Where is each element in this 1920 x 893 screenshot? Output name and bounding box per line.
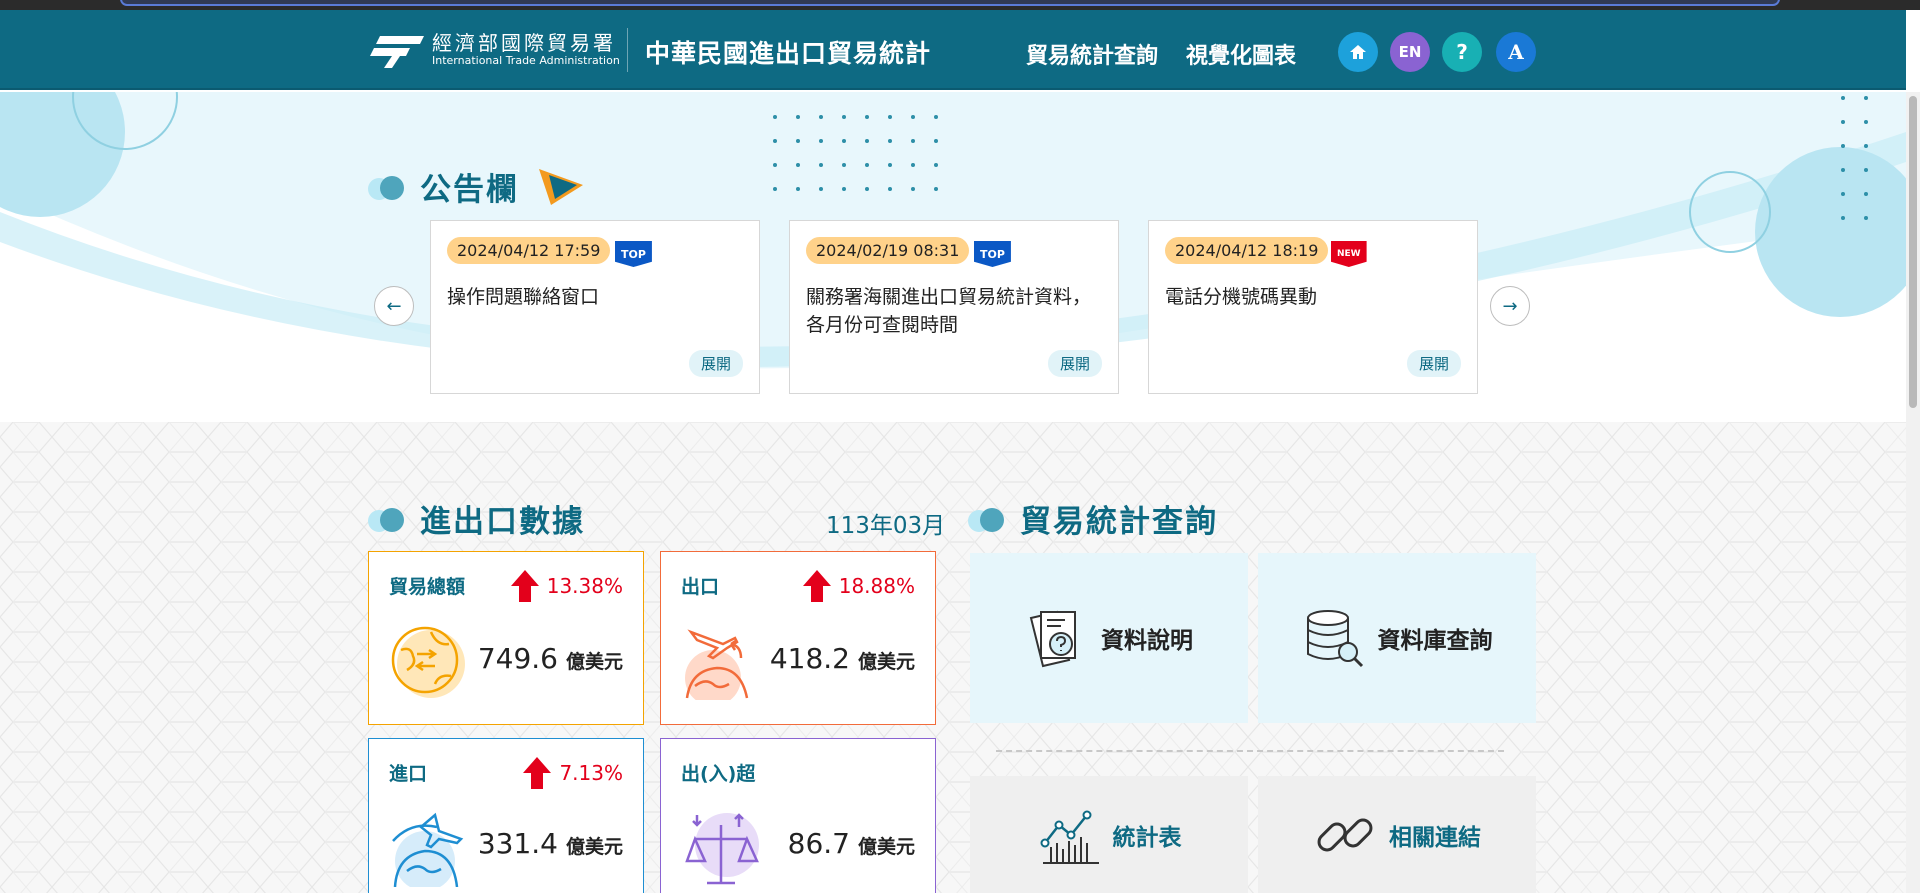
stat-percent: 13.38% [546,574,623,598]
stat-card-import[interactable]: 進口 7.13% 331.4 億美元 [368,738,644,893]
arrow-right-icon: → [1502,295,1518,317]
announcement-section-title: 公告欄 [368,164,587,209]
nav-trade-query[interactable]: 貿易統計查詢 [1026,38,1158,70]
megaphone-play-icon [539,168,583,205]
statistics-table-button[interactable]: 統計表 [970,776,1248,893]
up-arrow-icon [523,757,552,789]
stat-value: 418.2 [769,642,850,675]
browser-url-bar[interactable] [120,0,1780,6]
nav-visual-charts[interactable]: 視覺化圖表 [1186,38,1296,70]
announcement-next-button[interactable]: → [1490,286,1530,326]
help-button[interactable]: ? [1442,32,1482,72]
stat-value: 331.4 [477,827,558,860]
ita-logo[interactable]: 經濟部國際貿易署 International Trade Administrat… [370,32,620,68]
scrollbar-thumb[interactable] [1909,96,1917,408]
related-links-button[interactable]: 相關連結 [1258,776,1536,893]
stat-card-export[interactable]: 出口 18.88% 418.2 億美元 [660,551,936,725]
top-badge: TOP [615,241,652,267]
section-dots-icon [368,175,406,200]
stat-unit: 億美元 [857,651,915,673]
header-divider [627,28,628,72]
font-size-button[interactable]: A [1496,32,1536,72]
database-search-icon [1306,610,1363,668]
announcement-date: 2024/04/12 17:59 [447,237,611,264]
announcement-date: 2024/02/19 08:31 [806,237,970,264]
main-nav: 貿易統計查詢 視覺化圖表 [1026,38,1296,70]
org-name-en: International Trade Administration [432,54,620,67]
section-dots-icon [968,507,1006,532]
site-title[interactable]: 中華民國進出口貿易統計 [645,34,931,70]
data-period: 113年03月 [826,513,946,539]
stat-card-balance[interactable]: 出(入)超 86.7 億美元 [660,738,936,893]
query-item-label: 相關連結 [1389,824,1481,851]
database-query-button[interactable]: 資料庫查詢 [1258,553,1536,723]
announcement-date: 2024/04/12 18:19 [1165,237,1329,264]
page-scrollbar[interactable] [1906,92,1920,893]
stat-percent: 18.88% [838,574,915,598]
announcement-card[interactable]: 2024/02/19 08:31 TOP 關務署海關進出口貿易統計資料，各月份可… [789,220,1119,394]
globe-trade-icon [391,626,465,698]
announcement-item-title[interactable]: 電話分機號碼異動 [1165,283,1465,311]
stat-change: 18.88% [802,570,915,602]
stat-label: 出口 [681,576,720,598]
data-description-button[interactable]: 資料說明 [970,553,1248,723]
arrow-left-icon: ← [386,295,402,317]
browser-top-strip [0,0,1920,10]
site-header: 經濟部國際貿易署 International Trade Administrat… [0,10,1906,90]
stat-change: 7.13% [523,757,623,789]
hexagon-pattern [0,422,1906,893]
query-item-label: 資料庫查詢 [1377,628,1493,654]
query-section-title: 貿易統計查詢 [968,496,1218,541]
announcement-card[interactable]: 2024/04/12 18:19 NEW 電話分機號碼異動 展開 [1148,220,1478,394]
expand-button[interactable]: 展開 [1047,350,1102,377]
top-badge: TOP [974,241,1011,267]
airplane-export-icon [685,629,749,700]
up-arrow-icon [802,570,831,602]
stat-unit: 億美元 [857,836,915,858]
announcement-card[interactable]: 2024/04/12 17:59 TOP 操作問題聯絡窗口 展開 [430,220,760,394]
link-icon [1317,818,1373,851]
announcement-title: 公告欄 [420,172,519,208]
trade-data-section-title: 進出口數據 [368,496,585,541]
expand-button[interactable]: 展開 [1406,350,1461,377]
balance-scale-icon [685,813,759,885]
stat-unit: 億美元 [565,836,623,858]
trade-data-title: 進出口數據 [420,504,585,540]
document-question-icon [1029,610,1076,668]
stat-label: 貿易總額 [389,576,466,598]
expand-button[interactable]: 展開 [688,350,743,377]
new-badge: NEW [1331,241,1367,267]
query-title: 貿易統計查詢 [1020,504,1218,540]
english-button[interactable]: EN [1390,32,1430,72]
lower-section-background [0,422,1906,893]
stat-card-total[interactable]: 貿易總額 13.38% 749.6 億美元 [368,551,644,725]
stat-value: 86.7 [787,827,850,860]
home-button[interactable] [1338,32,1378,72]
font-size-icon: A [1508,40,1524,64]
ita-logo-icon [370,32,424,68]
globe-import-icon [392,812,464,887]
stat-percent: 7.13% [559,761,623,785]
stat-value: 749.6 [477,642,558,675]
announcement-item-title[interactable]: 關務署海關進出口貿易統計資料，各月份可查閱時間 [806,283,1106,339]
divider-dashed [996,750,1504,752]
section-dots-icon [368,507,406,532]
query-item-label: 統計表 [1112,824,1182,851]
stat-change: 13.38% [510,570,623,602]
stat-unit: 億美元 [565,651,623,673]
stat-label: 進口 [389,763,428,785]
up-arrow-icon [510,570,539,602]
announcement-item-title[interactable]: 操作問題聯絡窗口 [447,283,747,311]
query-item-label: 資料說明 [1101,628,1193,654]
home-icon [1350,45,1366,59]
stat-label: 出(入)超 [681,763,756,785]
line-chart-icon [1040,810,1099,864]
org-name-cn: 經濟部國際貿易署 [432,31,616,55]
announcement-prev-button[interactable]: ← [374,286,414,326]
